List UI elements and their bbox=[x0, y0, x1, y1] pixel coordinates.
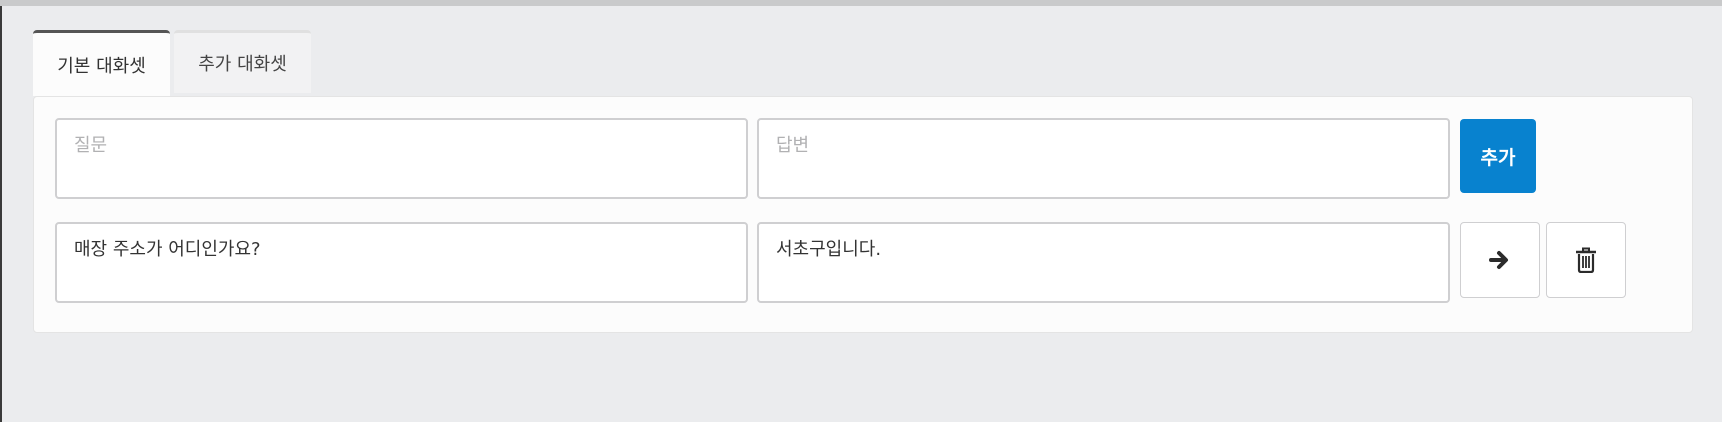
delete-entry-button[interactable] bbox=[1546, 222, 1626, 298]
dialog-set-panel: 추가 매장 주소가 어디인가요? 서초구입니다. bbox=[33, 96, 1693, 333]
tab-basic-dialog-set[interactable]: 기본 대화셋 bbox=[33, 30, 170, 96]
tab-bar: 기본 대화셋 추가 대화셋 bbox=[33, 30, 311, 96]
question-input[interactable] bbox=[55, 118, 748, 199]
top-strip bbox=[0, 0, 1722, 6]
arrow-right-icon bbox=[1489, 251, 1508, 269]
tab-additional-dialog-set[interactable]: 추가 대화셋 bbox=[174, 30, 311, 93]
add-button[interactable]: 추가 bbox=[1460, 119, 1536, 193]
entry-answer-field[interactable]: 서초구입니다. bbox=[757, 222, 1450, 303]
window-left-edge bbox=[0, 6, 2, 422]
entry-question-field[interactable]: 매장 주소가 어디인가요? bbox=[55, 222, 748, 303]
answer-input[interactable] bbox=[757, 118, 1450, 199]
trash-icon bbox=[1576, 247, 1596, 273]
move-entry-button[interactable] bbox=[1460, 222, 1540, 298]
